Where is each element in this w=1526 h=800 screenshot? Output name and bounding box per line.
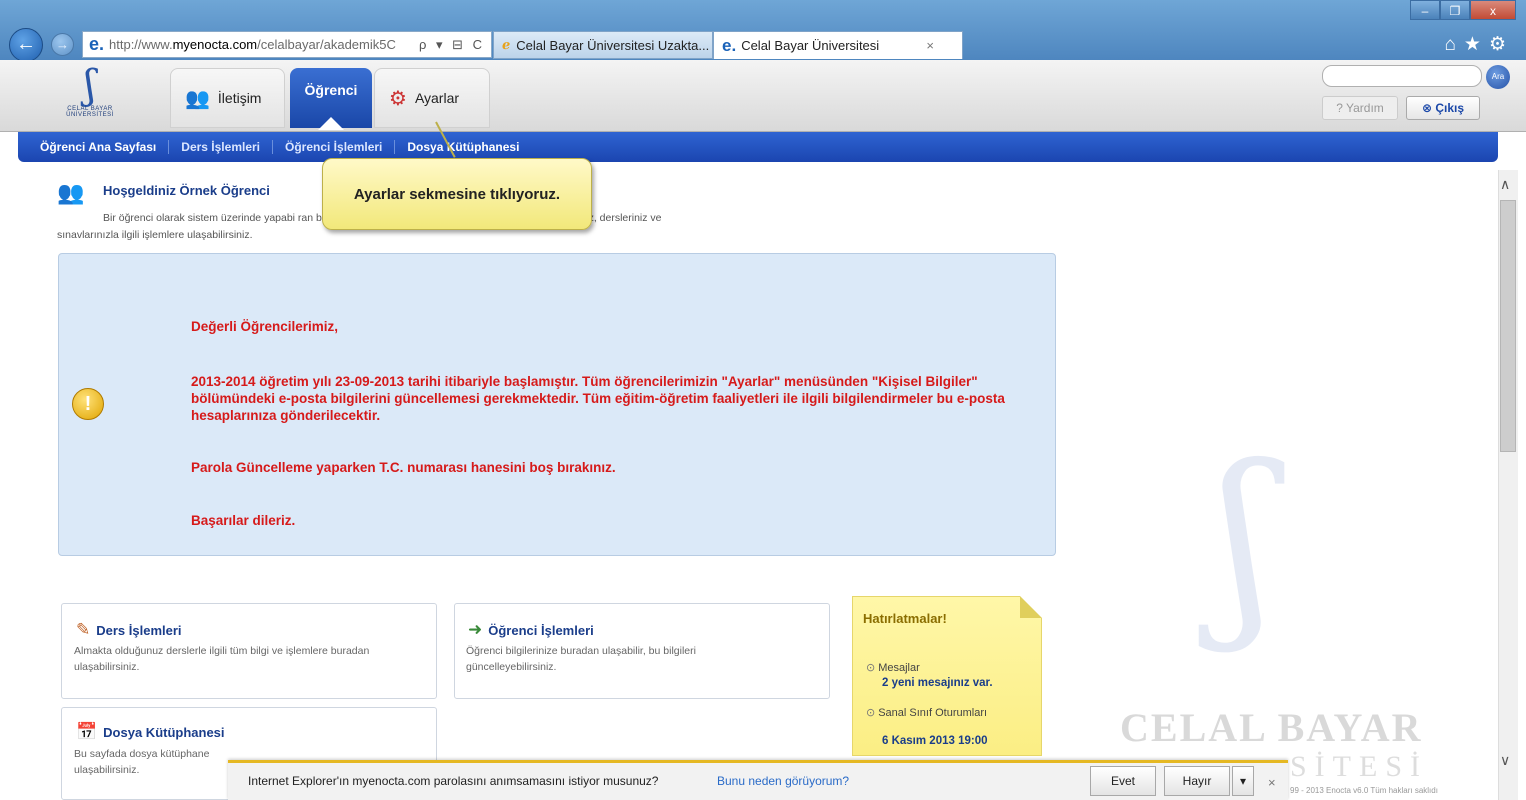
card-library-title[interactable]: 📅 Dosya Kütüphanesi [76,722,225,742]
browser-tab-label: Celal Bayar Üniversitesi [741,38,880,53]
card-title-text: Öğrenci İşlemleri [488,622,594,638]
card-courses-title[interactable]: ✎ Ders İşlemleri [76,620,182,640]
tab-iletisim[interactable]: 👥 İletişim [170,68,285,128]
announcement-paragraph: 2013-2014 öğretim yılı 23-09-2013 tarihi… [191,374,1005,423]
logo-subtext: ÜNİVERSİTESİ [66,112,114,118]
sub-navigation: Öğrenci Ana Sayfası Ders İşlemleri Öğren… [18,132,1498,162]
chevron-down-icon: ⊙ [866,662,876,674]
card-title-text: Ders İşlemleri [96,622,182,638]
reminder-sessions-label[interactable]: ⊙ Sanal Sınıf Oturumları [866,706,987,719]
calendar-icon: 📅 [76,722,98,741]
app-window: ← → e. http://www.myenocta.com/celalbaya… [0,0,1526,800]
tab-label: Öğrenci [304,82,358,98]
tab-ayarlar[interactable]: ⚙ Ayarlar [374,68,490,128]
chevron-down-icon: ⊙ [866,707,876,719]
why-link[interactable]: Bunu neden görüyorum? [717,774,849,788]
settings-gear-icon: ⚙ [389,87,407,110]
no-button[interactable]: Hayır [1164,766,1230,796]
yes-button[interactable]: Evet [1090,766,1156,796]
flame-logo-icon: ʃ [84,62,96,108]
subnav-item-student-ops[interactable]: Öğrenci İşlemleri [273,140,396,154]
search-button[interactable]: Ara [1486,65,1510,89]
enocta-favicon-icon: e. [89,34,105,54]
instruction-callout: Ayarlar sekmesine tıklıyoruz. [322,158,592,230]
logout-icon: ⊗ [1421,101,1433,115]
ie-favicon-icon: ℯ [502,37,511,52]
logout-label: Çıkış [1435,101,1465,115]
back-arrow-icon[interactable]: ← [9,28,43,62]
tab-close-icon[interactable]: × [926,38,934,53]
home-favorites-settings-icons[interactable]: ⌂★⚙ [1444,33,1514,56]
announcement-closing: Başarılar dileriz. [191,513,296,528]
courses-icon: ✎ [76,620,91,639]
minimize-button[interactable]: – [1410,0,1440,20]
reminder-messages-label[interactable]: ⊙ Mesajlar [866,661,920,674]
tab-label: İletişim [217,90,262,106]
browser-tab-2[interactable]: e. Celal Bayar Üniversitesi × [713,31,963,59]
announcement-password-note: Parola Güncelleme yaparken T.C. numarası… [191,460,616,475]
reminder-label: Sanal Sınıf Oturumları [878,707,988,719]
announcement-greeting: Değerli Öğrencilerimiz, [191,319,339,334]
card-student-ops-title[interactable]: ➜ Öğrenci İşlemleri [468,620,594,640]
active-tab-pointer [318,117,344,130]
help-button[interactable]: ? Yardım [1322,96,1398,120]
warning-icon: ! [72,388,104,420]
search-input[interactable] [1322,65,1482,87]
window-controls: – ❐ x [1410,0,1516,20]
notification-message: Internet Explorer'ın myenocta.com parola… [248,774,659,788]
address-tools[interactable]: ρ ▾ ⊟ C [419,37,491,53]
card-student-ops-desc: Öğrenci bilgilerinize buradan ulaşabilir… [466,645,696,673]
subnav-item-home[interactable]: Öğrenci Ana Sayfası [28,140,170,154]
maximize-button[interactable]: ❐ [1440,0,1470,20]
university-logo[interactable]: ʃ CELAL BAYAR ÜNİVERSİTESİ [55,64,125,122]
close-window-button[interactable]: x [1470,0,1516,20]
scroll-up-icon[interactable]: ∧ [1500,176,1510,193]
note-fold [1020,596,1042,618]
reminders-title: Hatırlatmalar! [863,611,947,626]
watermark-university-sub: SİTESİ [1290,750,1428,783]
subnav-item-courses[interactable]: Ders İşlemleri [169,140,273,154]
reminder-sessions-value[interactable]: 6 Kasım 2013 19:00 [882,735,988,747]
card-courses-desc: Almakta olduğunuz derslerle ilgili tüm b… [74,645,370,673]
tab-label: Ayarlar [414,90,460,106]
footer-copyright: 99 - 2013 Enocta v6.0 Tüm hakları saklıd… [1290,786,1438,795]
welcome-title: Hoşgeldiniz Örnek Öğrenci [103,183,270,198]
help-label: Yardım [1346,101,1384,115]
watermark-university-name: CELAL BAYAR [1120,705,1423,750]
reminder-label: Mesajlar [878,662,920,674]
forward-arrow-icon[interactable]: → [51,33,74,56]
no-options-dropdown[interactable]: ▾ [1232,766,1254,796]
scroll-thumb[interactable] [1500,200,1516,452]
help-icon: ? [1336,101,1343,115]
card-title-text: Dosya Kütüphanesi [103,724,225,740]
url-text: http://www.myenocta.com/celalbayar/akade… [109,37,396,52]
people-icon: 👥 [185,87,210,110]
users-icon: 👥 [57,180,85,205]
browser-tab-label: Celal Bayar Üniversitesi Uzakta... [516,37,710,53]
scroll-down-icon[interactable]: ∨ [1500,752,1510,769]
subnav-item-library[interactable]: Dosya Kütüphanesi [395,140,531,154]
logout-button[interactable]: ⊗ Çıkış [1406,96,1480,120]
reminder-messages-value[interactable]: 2 yeni mesajınız var. [882,677,993,689]
address-bar[interactable]: e. http://www.myenocta.com/celalbayar/ak… [82,31,492,58]
watermark-flame-icon: ʃ [1218,423,1273,656]
enocta-favicon-icon: e. [722,35,737,55]
notification-close-icon[interactable]: × [1268,775,1276,790]
student-ops-icon: ➜ [468,620,483,639]
browser-tab-1[interactable]: ℯ Celal Bayar Üniversitesi Uzakta... [493,31,713,59]
